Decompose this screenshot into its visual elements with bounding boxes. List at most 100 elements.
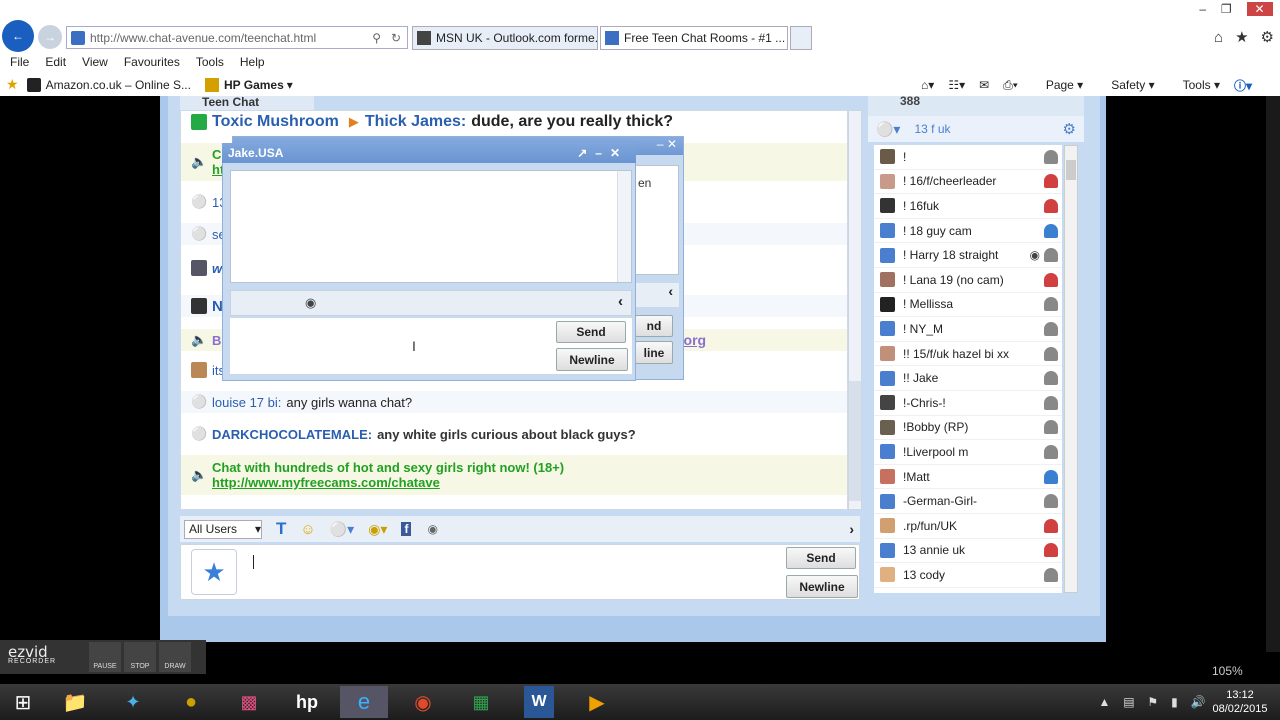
private-message-titlebar[interactable]: Jake.USA ↗–✕ xyxy=(222,143,636,163)
chat-input[interactable] xyxy=(253,553,843,593)
facebook-icon[interactable]: f xyxy=(401,522,412,536)
user-list-item[interactable]: 13 annie uk xyxy=(874,539,1062,564)
fav-amazon[interactable]: Amazon.co.uk – Online S... xyxy=(46,78,191,92)
minimize-icon[interactable]: – xyxy=(657,137,664,151)
message-sender[interactable]: Toxic Mushroom xyxy=(212,113,339,131)
command-safety[interactable]: Safety ▾ xyxy=(1097,78,1154,92)
close-icon[interactable]: ✕ xyxy=(667,137,677,151)
text-format-icon[interactable]: T xyxy=(276,519,286,539)
command-page[interactable]: Page ▾ xyxy=(1032,78,1083,92)
webcam-icon[interactable]: ◉ xyxy=(1030,248,1040,262)
user-list-item[interactable]: ! NY_M xyxy=(874,317,1062,342)
play-icon[interactable]: ▶ xyxy=(580,686,614,718)
draw-button[interactable]: DRAW xyxy=(159,642,191,672)
user-list-item[interactable]: ! Harry 18 straight ◉ xyxy=(874,243,1062,268)
send-button-fragment[interactable]: nd xyxy=(635,315,673,337)
palette-icon[interactable]: ◉▾ xyxy=(368,521,387,538)
pm-send-button[interactable]: Send xyxy=(556,321,626,343)
clock[interactable]: 13:12 08/02/2015 xyxy=(1212,688,1268,716)
gear-icon[interactable]: ⚙ xyxy=(1261,28,1274,46)
flag-icon[interactable]: ⚑ xyxy=(1147,695,1158,709)
chat-bubble-icon[interactable]: ⚪▾ xyxy=(876,121,900,138)
user-list-item[interactable]: ! 18 guy cam xyxy=(874,219,1062,244)
user-list-item[interactable]: ! 16/f/cheerleader xyxy=(874,170,1062,195)
chrome-icon[interactable]: ◉ xyxy=(406,686,440,718)
menu-tools[interactable]: Tools xyxy=(196,55,224,69)
chat-style-icon[interactable]: ⚪▾ xyxy=(330,521,354,538)
zoom-level[interactable]: 105% xyxy=(1212,664,1243,678)
message-sender[interactable]: louise 17 bi: xyxy=(212,395,281,410)
media-player-icon[interactable]: ● xyxy=(174,686,208,718)
scroll-thumb[interactable] xyxy=(1066,160,1076,180)
command-tools[interactable]: Tools ▾ xyxy=(1169,78,1220,92)
message-recipient[interactable]: Thick James: xyxy=(365,113,466,131)
webcam-icon[interactable]: ◉ xyxy=(305,295,316,311)
toolbar-toggle-icon[interactable]: ‹ xyxy=(618,293,623,310)
hp-icon[interactable]: hp xyxy=(290,686,324,718)
user-list-item[interactable]: -German-Girl- xyxy=(874,489,1062,514)
user-list-item[interactable]: !! 15/f/uk hazel bi xx xyxy=(874,342,1062,367)
user-list-item[interactable]: ! 16fuk xyxy=(874,194,1062,219)
expand-icon[interactable]: ↗ xyxy=(577,146,595,160)
feeds-icon[interactable]: ☷▾ xyxy=(948,78,965,92)
stop-button[interactable]: STOP xyxy=(124,642,156,672)
scroll-thumb[interactable] xyxy=(849,381,861,501)
home-icon[interactable]: ⌂ xyxy=(1214,29,1223,46)
internet-explorer-icon[interactable]: e xyxy=(340,686,388,718)
menu-file[interactable]: File xyxy=(10,55,29,69)
store-icon[interactable]: ▦ xyxy=(464,686,498,718)
word-icon[interactable]: W xyxy=(524,686,554,718)
promo-link[interactable]: http://www.myfreecams.com/chatave xyxy=(212,475,564,490)
star-icon[interactable]: ★ xyxy=(1235,28,1248,46)
address-bar[interactable]: http://www.chat-avenue.com/teenchat.html… xyxy=(66,26,408,49)
minimize-icon[interactable]: – xyxy=(595,146,610,160)
minimize-icon[interactable]: – xyxy=(1199,2,1206,16)
toolbar-toggle-icon[interactable]: ‹ xyxy=(631,283,679,307)
message-sender[interactable]: DARKCHOCOLATEMALE: xyxy=(212,427,372,442)
globe-icon[interactable]: ◉ xyxy=(427,522,437,536)
print-icon[interactable]: ⎙▾ xyxy=(1003,78,1018,93)
gear-icon[interactable]: ⚙ xyxy=(1063,120,1076,138)
mail-icon[interactable]: ✉ xyxy=(979,78,989,92)
userlist-search[interactable]: 13 f uk xyxy=(914,122,950,136)
chevron-down-icon[interactable]: ▾ xyxy=(287,78,293,92)
restore-icon[interactable]: ❐ xyxy=(1221,2,1232,16)
page-scrollbar[interactable] xyxy=(1266,96,1280,652)
user-list-item[interactable]: 13 cody xyxy=(874,563,1062,588)
search-icon[interactable]: ⚲ xyxy=(372,31,381,45)
photos-icon[interactable]: ▩ xyxy=(232,686,266,718)
forward-button[interactable]: → xyxy=(38,25,62,49)
user-list-item[interactable]: !-Chris-! xyxy=(874,391,1062,416)
network-icon[interactable]: ▤ xyxy=(1123,695,1134,709)
user-list-item[interactable]: ! Lana 19 (no cam) xyxy=(874,268,1062,293)
pm-scrollbar[interactable] xyxy=(617,171,631,282)
pm-newline-button[interactable]: Newline xyxy=(556,348,628,371)
paint-icon[interactable]: ✦ xyxy=(116,686,150,718)
newline-button[interactable]: Newline xyxy=(786,575,858,598)
user-list-item[interactable]: !Liverpool m xyxy=(874,440,1062,465)
menu-view[interactable]: View xyxy=(82,55,108,69)
battery-icon[interactable]: ▮ xyxy=(1171,695,1178,709)
chat-scrollbar[interactable] xyxy=(848,110,862,510)
help-icon[interactable]: ⓘ▾ xyxy=(1234,77,1252,94)
pause-button[interactable]: PAUSE xyxy=(89,642,121,672)
user-select[interactable]: All Users ▾ xyxy=(184,519,262,539)
user-avatar-icon[interactable]: ★ xyxy=(191,549,237,595)
tab-msn[interactable]: MSN UK - Outlook.com forme... xyxy=(412,26,598,50)
favourites-star-icon[interactable]: ★ xyxy=(6,76,19,93)
tray-chevron-icon[interactable]: ▲ xyxy=(1098,695,1110,709)
smiley-icon[interactable]: ☺ xyxy=(300,521,315,538)
menu-favourites[interactable]: Favourites xyxy=(124,55,180,69)
menu-help[interactable]: Help xyxy=(240,55,265,69)
room-tab[interactable]: Teen Chat xyxy=(180,96,314,110)
close-icon[interactable]: ✕ xyxy=(1246,2,1273,16)
send-button[interactable]: Send xyxy=(786,547,856,569)
home-command-icon[interactable]: ⌂▾ xyxy=(921,78,934,92)
newline-button-fragment[interactable]: line xyxy=(635,341,673,364)
toolbar-toggle-icon[interactable]: › xyxy=(849,521,854,537)
user-list-item[interactable]: !Matt xyxy=(874,465,1062,490)
new-tab-button[interactable] xyxy=(790,26,812,50)
user-list-item[interactable]: !! Jake xyxy=(874,366,1062,391)
user-list-item[interactable]: ! xyxy=(874,145,1062,170)
tab-chat[interactable]: Free Teen Chat Rooms - #1 ... ✕ xyxy=(600,26,788,50)
